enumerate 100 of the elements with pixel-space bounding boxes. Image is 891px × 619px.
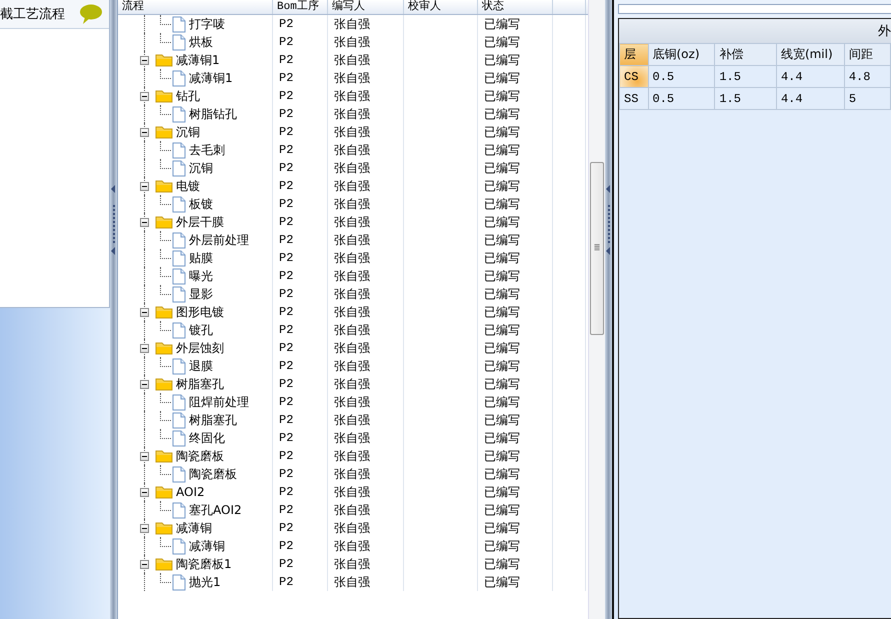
collapse-toggle[interactable] — [140, 56, 149, 64]
step-name[interactable]: 板镀 — [189, 195, 213, 213]
column-header[interactable]: 流程 — [118, 0, 273, 14]
step-name[interactable]: 陶瓷磨板 — [176, 447, 224, 465]
step-name[interactable]: 显影 — [189, 285, 213, 303]
document-icon — [172, 466, 186, 482]
collapse-toggle[interactable] — [140, 452, 149, 460]
document-icon — [172, 358, 186, 374]
step-name[interactable]: 陶瓷磨板 — [189, 465, 237, 483]
step-name[interactable]: 减薄铜1 — [176, 51, 220, 69]
step-name[interactable]: 打字唛 — [189, 15, 225, 33]
collapse-toggle[interactable] — [140, 560, 149, 568]
document-icon — [172, 538, 186, 554]
table-cell: 张自强 — [328, 519, 404, 537]
step-name[interactable]: 钻孔 — [176, 87, 200, 105]
folder-icon — [155, 179, 173, 193]
step-name[interactable]: 抛光1 — [189, 573, 221, 591]
collapse-toggle[interactable] — [140, 380, 149, 388]
table-cell: 已编写 — [478, 69, 553, 87]
table-cell: 1.5 — [714, 66, 776, 88]
table-cell: 张自强 — [328, 303, 404, 321]
table-cell: 张自强 — [328, 231, 404, 249]
collapse-toggle[interactable] — [140, 182, 149, 190]
step-name[interactable]: 减薄铜 — [176, 519, 212, 537]
step-name[interactable]: 树脂钻孔 — [189, 105, 237, 123]
collapse-toggle[interactable] — [140, 488, 149, 496]
step-name[interactable]: 外层前处理 — [189, 231, 249, 249]
table-cell: 5 — [844, 88, 890, 110]
panel-title: 截工艺流程 — [0, 6, 65, 23]
folder-icon — [155, 89, 173, 103]
folder-icon — [155, 305, 173, 319]
step-name[interactable]: 外层蚀刻 — [176, 339, 224, 357]
row-header[interactable]: CS — [620, 66, 648, 88]
column-header[interactable]: 编写人 — [328, 0, 404, 14]
collapse-toggle[interactable] — [140, 344, 149, 352]
column-header[interactable]: 校审人 — [404, 0, 478, 14]
column-header[interactable]: 补偿 — [714, 44, 776, 66]
row-header[interactable]: SS — [620, 88, 648, 110]
step-name[interactable]: 外层干膜 — [176, 213, 224, 231]
collapse-toggle[interactable] — [140, 308, 149, 316]
step-name[interactable]: 沉铜 — [176, 123, 200, 141]
table-cell: 4.8 — [844, 66, 890, 88]
table-cell: 已编写 — [478, 159, 553, 177]
collapse-toggle[interactable] — [140, 92, 149, 100]
table-cell: P2 — [273, 321, 328, 339]
table-cell: P2 — [273, 537, 328, 555]
column-header[interactable]: 层 — [620, 44, 648, 66]
table-cell: 已编写 — [478, 195, 553, 213]
step-name[interactable]: 塞孔AOI2 — [189, 501, 242, 519]
folder-icon — [155, 521, 173, 535]
step-name[interactable]: 退膜 — [189, 357, 213, 375]
table-cell: 张自强 — [328, 123, 404, 141]
document-icon — [172, 232, 186, 248]
table-cell: 张自强 — [328, 447, 404, 465]
step-name[interactable]: AOI2 — [176, 483, 205, 501]
table-cell: 4.4 — [776, 88, 844, 110]
table-cell: P2 — [273, 501, 328, 519]
table-cell: 张自强 — [328, 87, 404, 105]
column-header[interactable]: 间距 — [844, 44, 890, 66]
table-cell: 张自强 — [328, 465, 404, 483]
step-name[interactable]: 陶瓷磨板1 — [176, 555, 232, 573]
step-name[interactable]: 减薄铜 — [189, 537, 225, 555]
column-header[interactable]: 状态 — [478, 0, 553, 14]
table-cell: P2 — [273, 87, 328, 105]
collapse-toggle[interactable] — [140, 218, 149, 226]
table-cell: 已编写 — [478, 303, 553, 321]
table-cell: P2 — [273, 465, 328, 483]
column-header[interactable]: Bom工序 — [273, 0, 328, 14]
step-name[interactable]: 沉铜 — [189, 159, 213, 177]
step-name[interactable]: 终固化 — [189, 429, 225, 447]
scrollbar-thumb[interactable] — [590, 162, 604, 335]
table-cell: P2 — [273, 339, 328, 357]
table-cell: 已编写 — [478, 249, 553, 267]
column-header[interactable]: 底铜(oz) — [648, 44, 715, 66]
collapse-toggle[interactable] — [140, 128, 149, 136]
table-cell: P2 — [273, 267, 328, 285]
column-header[interactable]: 线宽(mil) — [776, 44, 844, 66]
step-name[interactable]: 去毛刺 — [189, 141, 225, 159]
step-name[interactable]: 贴膜 — [189, 249, 213, 267]
folder-icon — [155, 557, 173, 571]
table-cell: 已编写 — [478, 33, 553, 51]
document-icon — [172, 160, 186, 176]
table-cell: P2 — [273, 393, 328, 411]
step-name[interactable]: 树脂塞孔 — [176, 375, 224, 393]
folder-icon — [155, 215, 173, 229]
table-cell: P2 — [273, 483, 328, 501]
table-cell: P2 — [273, 429, 328, 447]
step-name[interactable]: 曝光 — [189, 267, 213, 285]
step-name[interactable]: 树脂塞孔 — [189, 411, 237, 429]
collapse-toggle[interactable] — [140, 524, 149, 532]
step-name[interactable]: 烘板 — [189, 33, 213, 51]
table-cell: 张自强 — [328, 159, 404, 177]
panel-title: 外 — [878, 23, 891, 40]
step-name[interactable]: 镀孔 — [189, 321, 213, 339]
step-name[interactable]: 图形电镀 — [176, 303, 224, 321]
step-name[interactable]: 减薄铜1 — [189, 69, 233, 87]
step-name[interactable]: 阻焊前处理 — [189, 393, 249, 411]
step-name[interactable]: 电镀 — [176, 177, 200, 195]
table-cell: 已编写 — [478, 501, 553, 519]
table-cell: P2 — [273, 177, 328, 195]
